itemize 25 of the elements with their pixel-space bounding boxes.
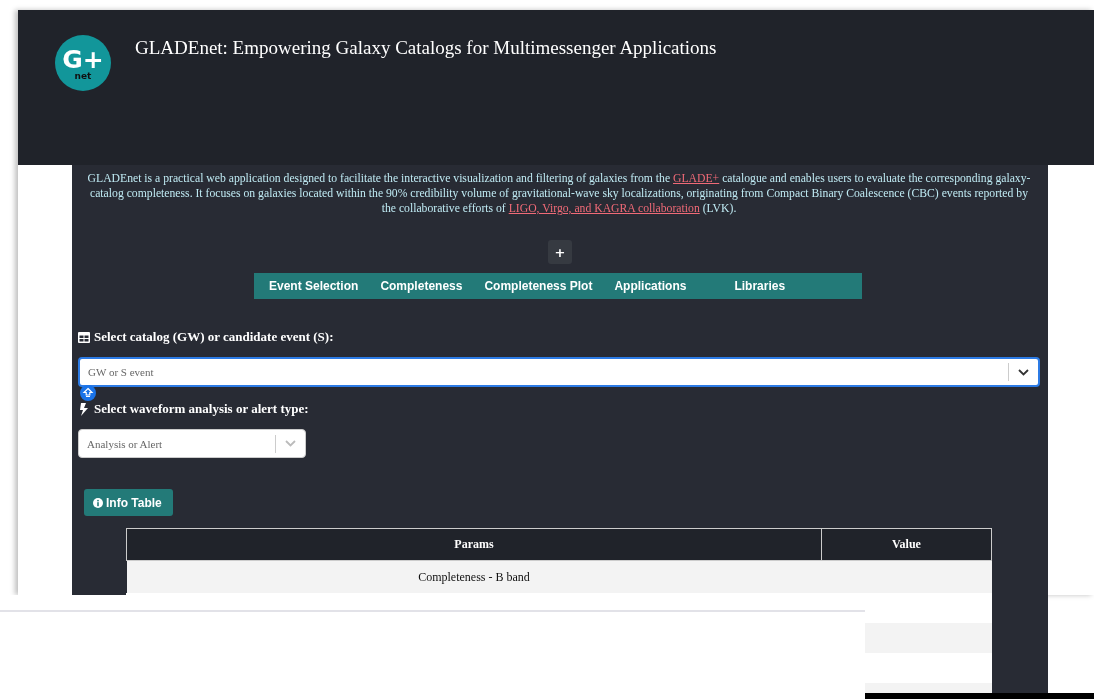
info-icon <box>93 497 103 508</box>
up-arrow-badge-icon[interactable] <box>80 385 96 401</box>
table-cell: Completeness - B band <box>126 560 822 593</box>
nav-tab[interactable]: Completeness <box>369 273 474 299</box>
chevron-down-icon[interactable] <box>1018 368 1029 376</box>
nav-tab[interactable]: Applications <box>603 273 698 299</box>
text-link[interactable]: LIGO, Virgo, and KAGRA collaboration <box>508 202 700 215</box>
select-field[interactable]: Analysis or Alert <box>78 429 306 458</box>
column-header: Value <box>821 528 992 561</box>
select-field[interactable]: GW or S event <box>78 357 1040 387</box>
column-header: Params <box>126 528 822 561</box>
logo-subtitle: net <box>74 72 92 81</box>
logo-mark: G+ <box>62 47 104 72</box>
info-table-button[interactable]: Info Table <box>84 489 173 516</box>
intro-paragraph: GLADEnet is a practical web application designed to facilitate the interactive visualization and filtering of galaxies from the GLADE+ catalogue and enables users to evaluate the corresponding galaxy-catalog completeness. It focuses on galaxies located within the 90% credibility volume of gravitational-wave sky localizations, originating from Compact Binary Coalescence (CBC) events reported by the collaborative efforts of LIGO, Virgo, and KAGRA collaboration (LVK). <box>86 171 1032 216</box>
nav-tab[interactable]: Libraries <box>723 273 797 299</box>
nav-tab[interactable]: Event Selection <box>258 273 370 299</box>
text-link[interactable]: GLADE+ <box>673 172 720 185</box>
bolt-icon <box>78 402 90 416</box>
nav-tab[interactable]: Completeness Plot <box>473 273 604 299</box>
page-title: GLADEnet: Empowering Galaxy Catalogs for Multimessenger Applications <box>135 37 717 59</box>
expand-button[interactable]: + <box>548 240 572 264</box>
field-label: Select waveform analysis or alert type: <box>94 401 309 417</box>
field-label: Select catalog (GW) or candidate event (S): <box>94 329 334 345</box>
table-icon <box>78 330 90 344</box>
